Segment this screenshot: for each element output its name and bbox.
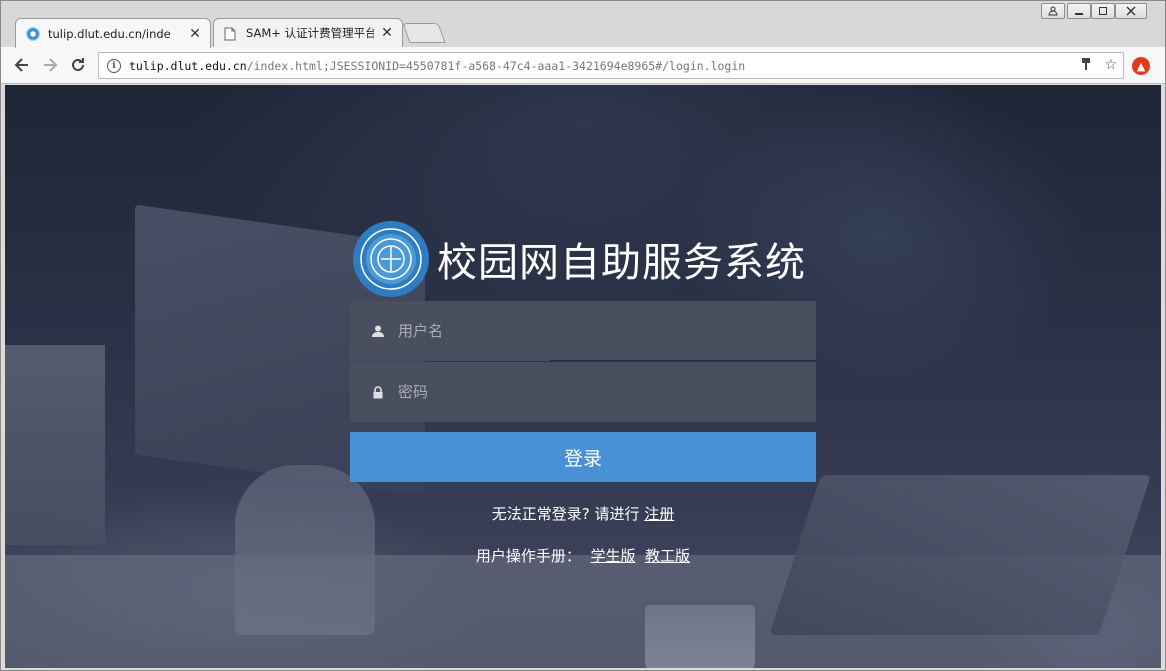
page-icon bbox=[224, 26, 238, 41]
password-field[interactable] bbox=[350, 362, 816, 422]
dlut-favicon-icon bbox=[26, 26, 40, 41]
forward-button[interactable] bbox=[39, 54, 61, 76]
new-tab-button[interactable] bbox=[402, 23, 446, 43]
close-window-button[interactable] bbox=[1115, 3, 1147, 19]
window-controls bbox=[1037, 3, 1065, 21]
background-laptop bbox=[769, 475, 1151, 635]
bookmark-star-icon[interactable]: ☆ bbox=[1104, 57, 1117, 75]
reload-button[interactable] bbox=[67, 54, 89, 76]
register-link[interactable]: 注册 bbox=[644, 505, 674, 523]
username-input[interactable] bbox=[398, 322, 778, 340]
arrow-right-icon bbox=[44, 58, 58, 72]
address-bar[interactable]: i tulip.dlut.edu.cn /index.html;JSESSION… bbox=[98, 52, 1124, 79]
reload-icon bbox=[72, 58, 84, 71]
login-button[interactable]: 登录 bbox=[350, 432, 816, 482]
url-host: tulip.dlut.edu.cn bbox=[129, 58, 247, 73]
system-title: 校园网自助服务系统 bbox=[437, 240, 806, 286]
username-field[interactable] bbox=[350, 301, 816, 361]
dlut-logo-icon bbox=[353, 221, 429, 297]
close-tab-icon[interactable]: ✕ bbox=[380, 25, 394, 41]
background-cup bbox=[645, 605, 755, 668]
back-button[interactable] bbox=[11, 54, 33, 76]
brand-header: 校园网自助服务系统 bbox=[351, 219, 806, 299]
user-icon bbox=[372, 325, 384, 337]
key-icon[interactable] bbox=[1080, 57, 1092, 75]
extension-icon[interactable]: ▲ bbox=[1132, 57, 1150, 75]
field-divider bbox=[550, 360, 816, 361]
omnibox-actions: ☆ bbox=[1080, 57, 1117, 75]
close-tab-icon[interactable]: ✕ bbox=[188, 26, 202, 42]
trouble-line: 无法正常登录? 请进行 注册 bbox=[350, 503, 816, 524]
browser-window: tulip.dlut.edu.cn/inde ✕ SAM+ 认证计费管理平台 ✕ bbox=[0, 0, 1166, 671]
trouble-text: 无法正常登录? 请进行 bbox=[491, 505, 640, 523]
student-manual-link[interactable]: 学生版 bbox=[590, 547, 635, 565]
tab-sam[interactable]: SAM+ 认证计费管理平台 ✕ bbox=[213, 18, 403, 47]
window-controls-group bbox=[1063, 3, 1147, 21]
manual-text: 用户操作手册： bbox=[475, 547, 581, 565]
tab-strip: tulip.dlut.edu.cn/inde ✕ SAM+ 认证计费管理平台 ✕ bbox=[1, 1, 1165, 48]
password-input[interactable] bbox=[398, 383, 778, 401]
tab-title: tulip.dlut.edu.cn/inde bbox=[48, 26, 171, 41]
info-icon[interactable]: i bbox=[107, 58, 121, 73]
tab-tulip[interactable]: tulip.dlut.edu.cn/inde ✕ bbox=[15, 18, 211, 48]
toolbar: i tulip.dlut.edu.cn /index.html;JSESSION… bbox=[1, 47, 1165, 84]
maximize-button[interactable] bbox=[1091, 3, 1115, 19]
profile-icon[interactable] bbox=[1041, 3, 1065, 19]
staff-manual-link[interactable]: 教工版 bbox=[645, 547, 690, 565]
url-path: /index.html;JSESSIONID=4550781f-a568-47c… bbox=[246, 58, 746, 73]
background-box bbox=[5, 345, 105, 545]
manual-line: 用户操作手册： 学生版 教工版 bbox=[350, 545, 816, 566]
minimize-button[interactable] bbox=[1067, 3, 1091, 19]
tab-title: SAM+ 认证计费管理平台 bbox=[246, 26, 374, 40]
lock-icon bbox=[372, 385, 384, 398]
arrow-left-icon bbox=[14, 58, 28, 72]
page-content: 校园网自助服务系统 登录 无法正常登录? 请进行 注册 用户操作手册： 学生版 … bbox=[5, 85, 1161, 668]
